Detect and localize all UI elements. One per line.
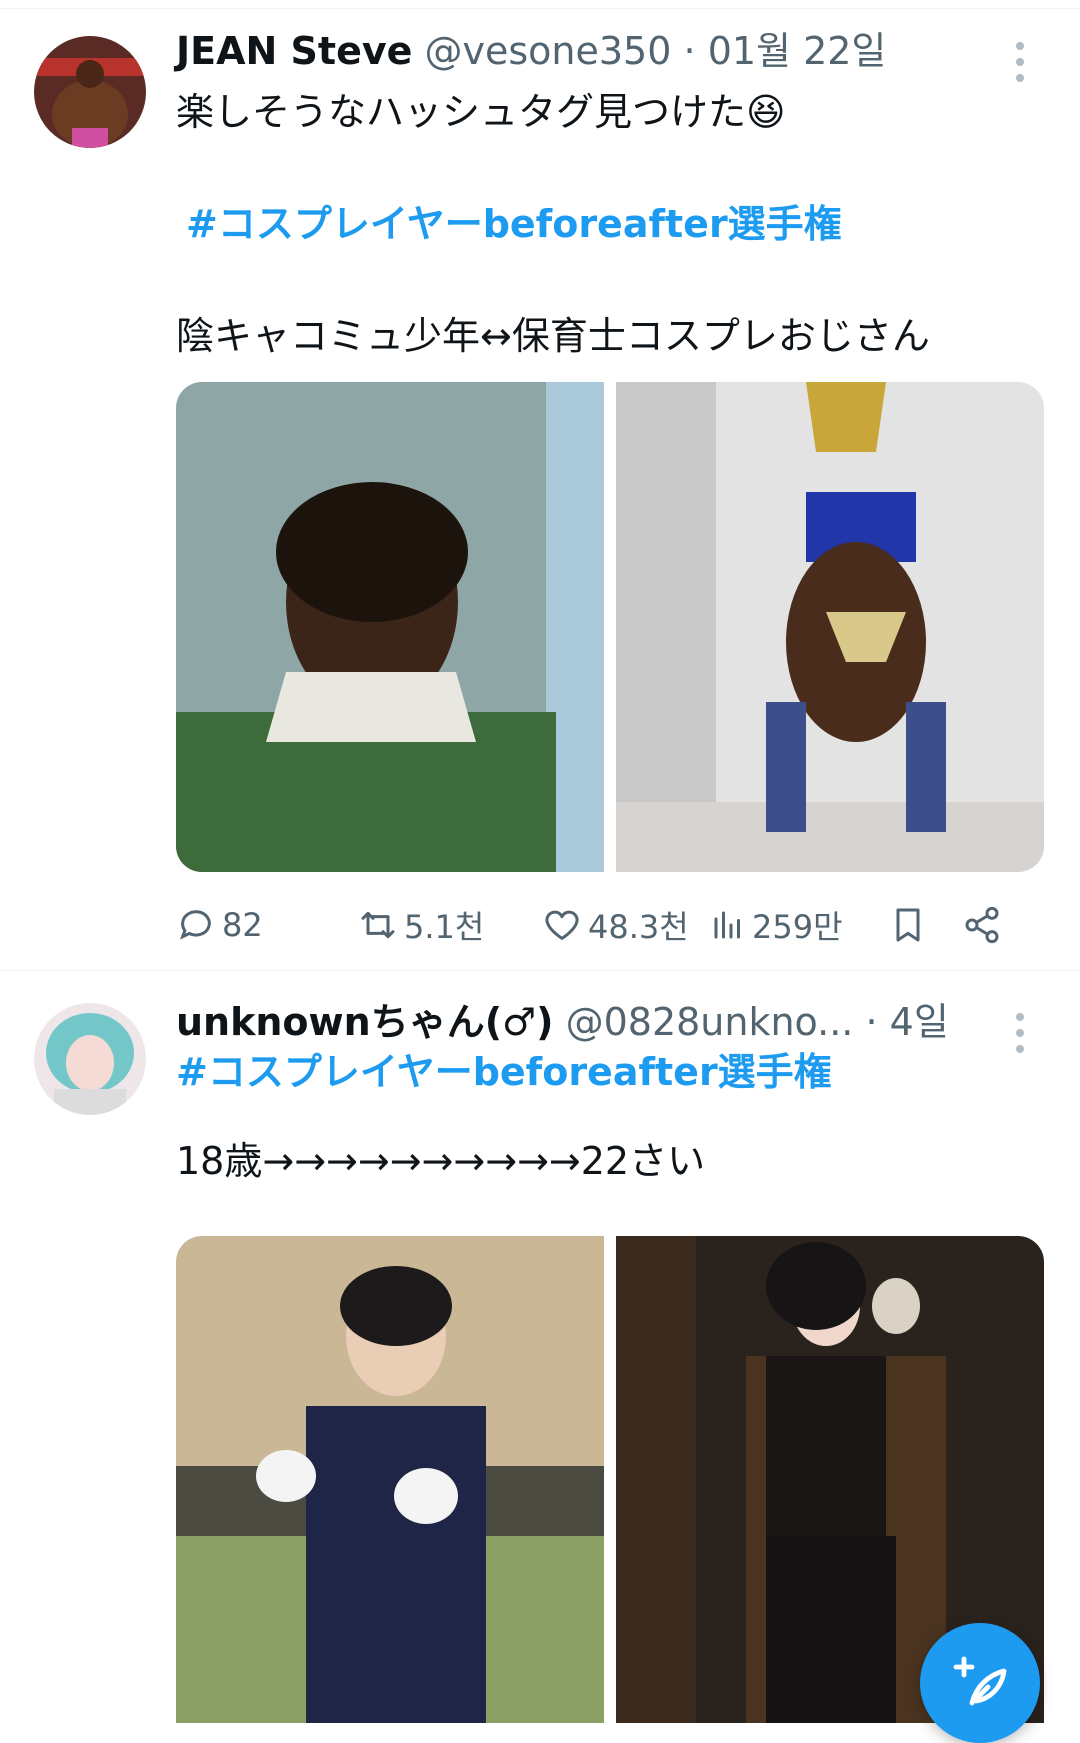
tweet-text-line: 陰キャコミュ少年↔保育士コスプレおじさん (176, 314, 930, 358)
hashtag-link[interactable]: #コスプレイヤーbeforeafter選手権 (186, 198, 842, 250)
more-icon[interactable] (1010, 1013, 1030, 1053)
tweet-text-line: 楽しそうなハッシュタグ見つけた😆 (176, 90, 786, 134)
views-icon (714, 911, 740, 939)
tweet[interactable]: JEAN Steve @vesone350 · 01월 22일 楽しそうなハッシ… (0, 0, 1080, 971)
views-count: 259만 (752, 908, 843, 946)
like-button[interactable]: 48.3천 (542, 900, 689, 950)
author-handle[interactable]: @0828unkno... (566, 1000, 854, 1044)
tweet-actions: 82 5.1천 48.3천 259만 (176, 900, 1036, 950)
tweet-header: JEAN Steve @vesone350 · 01월 22일 (176, 21, 976, 81)
retweet-button[interactable]: 5.1천 (358, 900, 484, 950)
timestamp[interactable]: 4일 (890, 1000, 949, 1044)
reply-button[interactable]: 82 (176, 900, 263, 950)
photo-before[interactable] (176, 382, 604, 872)
separator: · (865, 1000, 878, 1044)
heart-icon (545, 910, 579, 940)
bookmark-icon (896, 908, 920, 942)
tweet-text-line: 18歳→→→→→→→→→→22さい (176, 1139, 706, 1183)
retweet-icon (361, 911, 395, 939)
avatar[interactable] (34, 1003, 146, 1115)
hashtag-link[interactable]: #コスプレイヤーbeforeafter選手権 (176, 1046, 832, 1098)
tweet-header: unknownちゃん(♂) @0828unkno... · 4일 (176, 992, 1006, 1052)
photo-after[interactable] (616, 382, 1044, 872)
retweet-count: 5.1천 (404, 908, 485, 946)
compose-button[interactable] (920, 1623, 1040, 1743)
bookmark-button[interactable] (888, 900, 928, 950)
like-count: 48.3천 (588, 908, 689, 946)
views-button[interactable]: 259만 (710, 900, 843, 950)
avatar[interactable] (34, 36, 146, 148)
photo-before[interactable] (176, 1236, 604, 1723)
reply-icon (180, 910, 211, 940)
author-name[interactable]: unknownちゃん(♂) (176, 1000, 554, 1044)
share-icon (965, 906, 999, 944)
reply-count: 82 (222, 906, 263, 944)
media-grid[interactable] (176, 1236, 1044, 1723)
share-button[interactable] (962, 900, 1002, 950)
compose-icon (953, 1656, 1007, 1706)
timestamp[interactable]: 01월 22일 (708, 29, 887, 73)
tweet[interactable]: unknownちゃん(♂) @0828unkno... · 4일 #コスプレイヤ… (0, 971, 1080, 1743)
more-icon[interactable] (1010, 42, 1030, 82)
author-name[interactable]: JEAN Steve (176, 29, 412, 73)
author-handle[interactable]: @vesone350 (424, 29, 671, 73)
separator: · (683, 29, 696, 73)
media-grid[interactable] (176, 382, 1044, 872)
